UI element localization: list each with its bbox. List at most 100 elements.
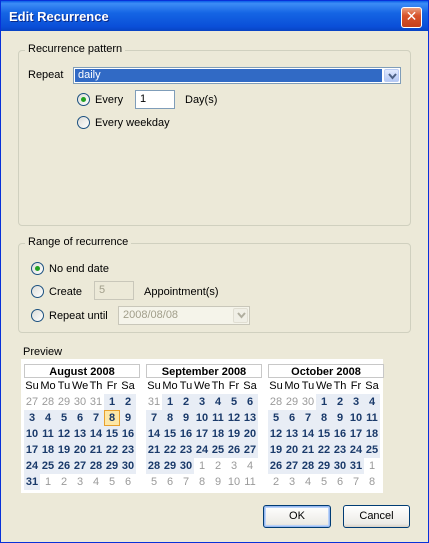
calendar-date[interactable]: 25 <box>210 442 226 458</box>
calendar-date[interactable]: 30 <box>332 458 348 474</box>
calendar-date[interactable]: 20 <box>72 442 88 458</box>
calendar-date[interactable]: 30 <box>178 458 194 474</box>
calendar-date[interactable]: 30 <box>120 458 136 474</box>
calendar-date[interactable]: 5 <box>146 474 162 490</box>
calendar-date[interactable]: 1 <box>316 394 332 410</box>
calendar-date[interactable]: 5 <box>56 410 72 426</box>
calendar-date[interactable]: 24 <box>194 442 210 458</box>
calendar-date[interactable]: 26 <box>226 442 242 458</box>
calendar-date[interactable]: 7 <box>146 410 162 426</box>
calendar-date[interactable]: 9 <box>332 410 348 426</box>
calendar-date[interactable]: 5 <box>316 474 332 490</box>
calendar-date[interactable]: 6 <box>72 410 88 426</box>
ok-button[interactable]: OK <box>263 505 331 528</box>
calendar-date[interactable]: 24 <box>348 442 364 458</box>
calendar-date[interactable]: 9 <box>120 410 136 426</box>
calendar-date[interactable]: 31 <box>348 458 364 474</box>
every-radio[interactable] <box>77 93 90 106</box>
calendar-date[interactable]: 12 <box>268 426 284 442</box>
calendar-date[interactable]: 14 <box>88 426 104 442</box>
repeat-until-date-picker[interactable]: 2008/08/08 <box>118 306 250 325</box>
calendar-date[interactable]: 14 <box>300 426 316 442</box>
calendar-date[interactable]: 11 <box>364 410 380 426</box>
calendar-date[interactable]: 11 <box>40 426 56 442</box>
calendar-date[interactable]: 29 <box>316 458 332 474</box>
calendar-date[interactable]: 18 <box>364 426 380 442</box>
calendar-date[interactable]: 30 <box>72 394 88 410</box>
calendar-date[interactable]: 5 <box>226 394 242 410</box>
calendar-date[interactable]: 15 <box>316 426 332 442</box>
calendar-date[interactable]: 7 <box>348 474 364 490</box>
calendar-date[interactable]: 27 <box>72 458 88 474</box>
calendar-date[interactable]: 28 <box>88 458 104 474</box>
calendar-date[interactable]: 13 <box>72 426 88 442</box>
create-count-input[interactable]: 5 <box>94 281 134 300</box>
calendar-date[interactable]: 10 <box>24 426 40 442</box>
calendar-date[interactable]: 2 <box>332 394 348 410</box>
calendar-date[interactable]: 15 <box>162 426 178 442</box>
calendar-date[interactable]: 25 <box>40 458 56 474</box>
calendar-date[interactable]: 28 <box>300 458 316 474</box>
calendar-date[interactable]: 29 <box>56 394 72 410</box>
calendar-date[interactable]: 18 <box>210 426 226 442</box>
calendar-date[interactable]: 13 <box>242 410 258 426</box>
calendar-date[interactable]: 3 <box>194 394 210 410</box>
calendar-date[interactable]: 31 <box>146 394 162 410</box>
calendar-date[interactable]: 16 <box>178 426 194 442</box>
calendar-date[interactable]: 6 <box>332 474 348 490</box>
calendar-date[interactable]: 3 <box>72 474 88 490</box>
calendar-date[interactable]: 11 <box>210 410 226 426</box>
calendar-date[interactable]: 7 <box>300 410 316 426</box>
calendar-date[interactable]: 4 <box>300 474 316 490</box>
calendar-date[interactable]: 2 <box>120 394 136 410</box>
calendar-date[interactable]: 1 <box>104 394 120 410</box>
calendar-date[interactable]: 6 <box>284 410 300 426</box>
calendar-date[interactable]: 8 <box>364 474 380 490</box>
calendar-date[interactable]: 22 <box>162 442 178 458</box>
chevron-down-icon[interactable] <box>384 69 399 82</box>
calendar-date[interactable]: 21 <box>146 442 162 458</box>
calendar-date[interactable]: 24 <box>24 458 40 474</box>
calendar-date[interactable]: 28 <box>146 458 162 474</box>
calendar-date[interactable]: 8 <box>316 410 332 426</box>
calendar-date[interactable]: 4 <box>242 458 258 474</box>
calendar-date[interactable]: 28 <box>268 394 284 410</box>
calendar-date[interactable]: 26 <box>56 458 72 474</box>
calendar-date[interactable]: 14 <box>146 426 162 442</box>
calendar-date[interactable]: 2 <box>56 474 72 490</box>
calendar-date[interactable]: 9 <box>178 410 194 426</box>
calendar-date[interactable]: 2 <box>178 394 194 410</box>
calendar-date[interactable]: 26 <box>268 458 284 474</box>
calendar-date[interactable]: 8 <box>162 410 178 426</box>
calendar-date[interactable]: 15 <box>104 426 120 442</box>
calendar-date[interactable]: 20 <box>242 426 258 442</box>
close-button[interactable]: ✕ <box>401 7 422 28</box>
create-radio[interactable] <box>31 285 44 298</box>
cancel-button[interactable]: Cancel <box>343 505 410 528</box>
calendar-date[interactable]: 5 <box>268 410 284 426</box>
calendar-date[interactable]: 27 <box>24 394 40 410</box>
calendar-date[interactable]: 1 <box>194 458 210 474</box>
calendar-date[interactable]: 6 <box>120 474 136 490</box>
calendar-date[interactable]: 3 <box>226 458 242 474</box>
calendar-date[interactable]: 3 <box>284 474 300 490</box>
every-weekday-radio[interactable] <box>77 116 90 129</box>
repeat-until-radio[interactable] <box>31 309 44 322</box>
calendar-date[interactable]: 19 <box>226 426 242 442</box>
calendar-date[interactable]: 13 <box>284 426 300 442</box>
calendar-date[interactable]: 6 <box>162 474 178 490</box>
calendar-date[interactable]: 5 <box>104 474 120 490</box>
calendar-date[interactable]: 21 <box>88 442 104 458</box>
calendar-date[interactable]: 28 <box>40 394 56 410</box>
calendar-date[interactable]: 31 <box>88 394 104 410</box>
chevron-down-icon[interactable] <box>233 308 248 323</box>
calendar-date[interactable]: 2 <box>268 474 284 490</box>
calendar-date[interactable]: 8 <box>194 474 210 490</box>
calendar-date[interactable]: 29 <box>162 458 178 474</box>
calendar-date[interactable]: 1 <box>364 458 380 474</box>
calendar-date[interactable]: 17 <box>24 442 40 458</box>
calendar-date[interactable]: 27 <box>242 442 258 458</box>
calendar-date[interactable]: 6 <box>242 394 258 410</box>
calendar-date[interactable]: 4 <box>40 410 56 426</box>
calendar-date[interactable]: 4 <box>88 474 104 490</box>
